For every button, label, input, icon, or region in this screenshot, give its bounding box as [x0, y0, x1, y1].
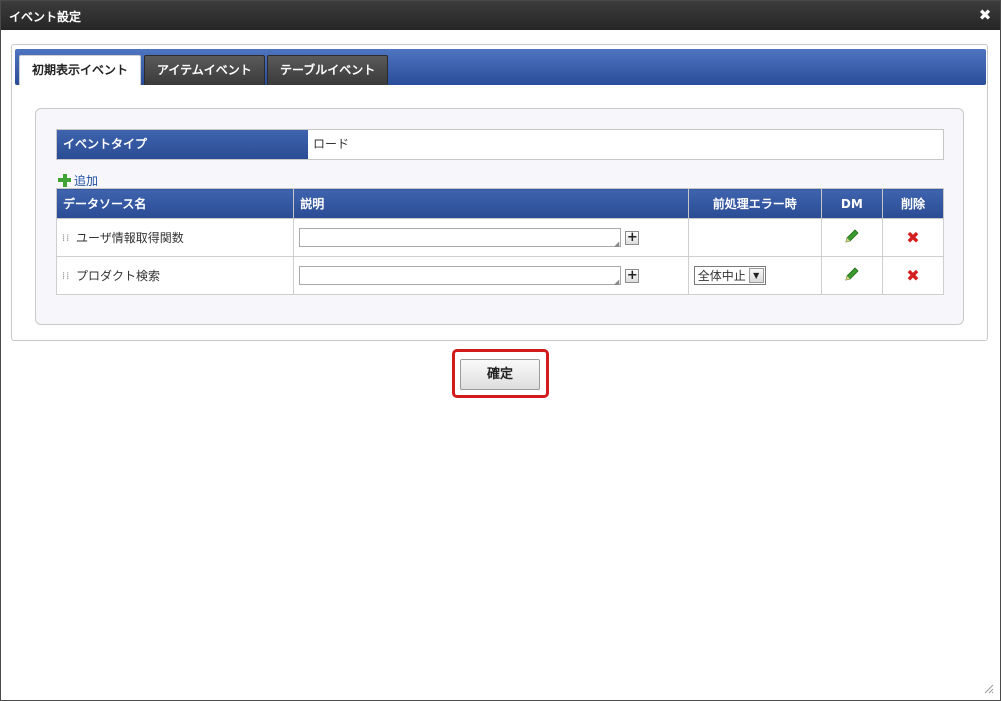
event-type-label: イベントタイプ — [57, 130, 308, 159]
datasource-name: プロダクト検索 — [76, 269, 161, 283]
datasource-name: ユーザ情報取得関数 — [76, 231, 184, 245]
pencil-icon[interactable] — [844, 266, 860, 285]
content-panel: 初期表示イベント アイテムイベント テーブルイベント イベントタイプ ロード 追… — [11, 44, 988, 341]
tab-bar: 初期表示イベント アイテムイベント テーブルイベント — [15, 49, 986, 85]
drag-handle-icon[interactable]: ⁞⁞ — [62, 271, 72, 281]
event-type-row: イベントタイプ ロード — [56, 129, 944, 160]
column-header-delete: 削除 — [881, 188, 945, 219]
add-button-label: 追加 — [74, 174, 99, 188]
dialog-titlebar[interactable]: イベント設定 ✖ — [1, 1, 1000, 30]
delete-cell: ✖ — [881, 218, 945, 257]
event-settings-panel: イベントタイプ ロード 追加 データソース名 説明 前処理エラー時 DM 削除 … — [35, 108, 964, 325]
add-button[interactable]: 追加 — [58, 172, 98, 189]
pencil-icon[interactable] — [844, 228, 860, 247]
drag-handle-icon[interactable]: ⁞⁞ — [62, 233, 72, 243]
description-textarea[interactable] — [299, 228, 622, 248]
chevron-down-icon: ▼ — [748, 268, 764, 283]
table-row: ⁞⁞ ユーザ情報取得関数 + — [55, 218, 945, 257]
tab-item-event[interactable]: アイテムイベント — [144, 55, 265, 85]
column-header-datasource: データソース名 — [55, 188, 295, 219]
description-expand-button[interactable]: + — [625, 230, 640, 245]
on-error-cell — [687, 218, 822, 257]
description-cell: + — [293, 256, 689, 295]
table-header-row: データソース名 説明 前処理エラー時 DM 削除 — [55, 188, 945, 219]
event-settings-dialog: イベント設定 ✖ 初期表示イベント アイテムイベント テーブルイベント イベント… — [0, 0, 1001, 701]
dm-cell — [820, 256, 883, 295]
close-icon[interactable]: ✖ — [978, 7, 992, 23]
datasource-table: データソース名 説明 前処理エラー時 DM 削除 ⁞⁞ ユーザ情報取得関数 ◢ … — [55, 188, 945, 295]
tab-initial-display-event[interactable]: 初期表示イベント — [19, 55, 142, 85]
description-expand-button[interactable]: + — [625, 268, 640, 283]
delete-icon[interactable]: ✖ — [906, 229, 919, 246]
on-error-cell: 全体中止 ▼ — [687, 256, 822, 295]
event-type-value: ロード — [313, 137, 350, 151]
on-error-selected-value: 全体中止 — [697, 269, 746, 283]
table-row: ⁞⁞ プロダクト検索 + 全体中止 ▼ — [55, 256, 945, 295]
column-header-description: 説明 — [293, 188, 689, 219]
tab-table-event[interactable]: テーブルイベント — [267, 55, 389, 85]
column-header-on-error: 前処理エラー時 — [687, 188, 822, 219]
confirm-button[interactable]: 確定 — [460, 359, 540, 390]
delete-icon[interactable]: ✖ — [906, 267, 919, 284]
add-plus-icon — [58, 174, 71, 187]
dialog-title: イベント設定 — [9, 10, 82, 24]
datasource-name-cell: ⁞⁞ プロダクト検索 — [55, 256, 295, 295]
on-error-select[interactable]: 全体中止 ▼ — [693, 266, 766, 285]
dm-cell — [820, 218, 883, 257]
resize-grip-icon[interactable] — [982, 682, 994, 694]
description-cell: + — [293, 218, 689, 257]
description-textarea[interactable] — [299, 266, 622, 286]
datasource-name-cell: ⁞⁞ ユーザ情報取得関数 — [55, 218, 295, 257]
delete-cell: ✖ — [881, 256, 945, 295]
column-header-dm: DM — [820, 188, 883, 219]
